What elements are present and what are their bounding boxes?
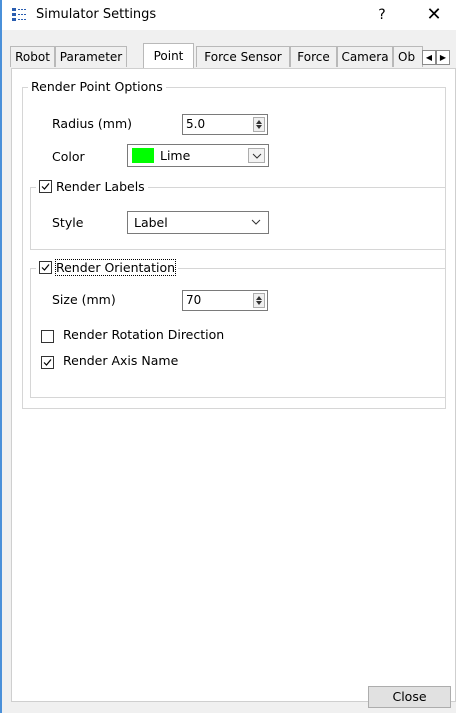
render-orientation-checkbox[interactable] — [39, 261, 52, 274]
render-rotation-direction-label[interactable]: Render Rotation Direction — [63, 327, 224, 342]
point-tab-panel: Render Point Options Radius (mm) 5.0 Col… — [11, 68, 456, 702]
chevron-down-icon[interactable] — [248, 215, 265, 230]
title-bar[interactable]: Simulator Settings ? ✕ — [2, 0, 456, 30]
chevron-down-icon[interactable] — [248, 148, 265, 163]
tab-scroll-left-icon[interactable]: ◀ — [422, 50, 436, 65]
tab-point[interactable]: Point — [143, 43, 194, 68]
window-title: Simulator Settings — [36, 7, 157, 22]
spin-arrows-icon[interactable] — [253, 293, 265, 308]
tab-robot[interactable]: Robot — [10, 46, 55, 67]
tab-force-sensor[interactable]: Force Sensor — [196, 46, 290, 67]
render-labels-checkbox[interactable] — [39, 180, 52, 193]
render-point-options-legend: Render Point Options — [28, 79, 166, 94]
style-value: Label — [134, 215, 168, 230]
tab-force[interactable]: Force — [290, 46, 337, 67]
render-axis-name-label[interactable]: Render Axis Name — [63, 353, 178, 368]
color-value: Lime — [160, 148, 191, 163]
color-swatch — [132, 148, 154, 163]
style-label: Style — [52, 215, 84, 230]
close-button[interactable]: Close — [368, 686, 451, 708]
radius-spinbox[interactable]: 5.0 — [182, 114, 268, 135]
size-value: 70 — [186, 293, 202, 307]
radius-label: Radius (mm) — [52, 116, 132, 131]
close-window-button[interactable]: ✕ — [414, 3, 454, 27]
tab-parameter[interactable]: Parameter — [55, 46, 127, 67]
tab-scroll-right-icon[interactable]: ▶ — [436, 50, 450, 65]
render-rotation-direction-checkbox[interactable] — [41, 330, 54, 343]
render-labels-label[interactable]: Render Labels — [56, 179, 145, 194]
render-labels-legend: Render Labels — [36, 179, 148, 194]
tab-camera[interactable]: Camera — [337, 46, 393, 67]
radius-value: 5.0 — [186, 117, 206, 131]
color-dropdown[interactable]: Lime — [127, 144, 269, 167]
size-spinbox[interactable]: 70 — [182, 290, 268, 311]
color-label: Color — [52, 149, 85, 164]
settings-window: Simulator Settings ? ✕ Robot Parameter P… — [0, 0, 456, 713]
settings-list-icon — [12, 8, 26, 21]
tab-strip: Robot Parameter Point Force Sensor Force… — [10, 43, 456, 68]
spin-arrows-icon[interactable] — [253, 117, 265, 132]
render-orientation-legend: Render Orientation — [36, 259, 179, 276]
style-dropdown[interactable]: Label — [127, 211, 269, 234]
size-label: Size (mm) — [52, 292, 116, 307]
help-button[interactable]: ? — [362, 3, 402, 27]
tab-ob[interactable]: Ob — [393, 46, 423, 67]
render-axis-name-checkbox[interactable] — [41, 356, 54, 369]
render-orientation-label[interactable]: Render Orientation — [54, 259, 177, 276]
